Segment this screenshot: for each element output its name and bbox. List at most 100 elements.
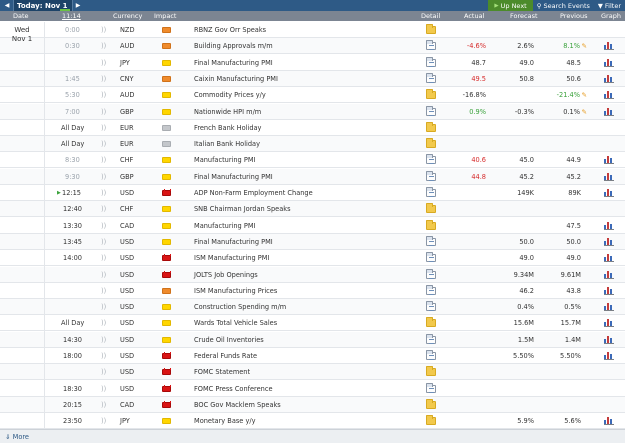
sound-alert-icon[interactable]: )) bbox=[101, 336, 106, 344]
graph-icon[interactable] bbox=[604, 90, 614, 100]
detail-document-icon[interactable] bbox=[426, 284, 436, 295]
event-title[interactable]: Federal Funds Rate bbox=[194, 352, 257, 360]
graph-icon[interactable] bbox=[604, 172, 614, 181]
sound-alert-icon[interactable]: )) bbox=[101, 238, 106, 246]
detail-folder-icon[interactable] bbox=[426, 219, 436, 230]
sound-alert-icon[interactable]: )) bbox=[101, 368, 106, 376]
detail-document-icon[interactable] bbox=[426, 252, 436, 263]
search-events-button[interactable]: ⚲ Search Events bbox=[533, 0, 594, 11]
graph-icon[interactable] bbox=[604, 58, 614, 67]
detail-folder-icon[interactable] bbox=[426, 366, 436, 377]
event-title[interactable]: FOMC Press Conference bbox=[194, 385, 273, 393]
sound-alert-icon[interactable]: )) bbox=[101, 254, 106, 262]
event-title[interactable]: Manufacturing PMI bbox=[194, 222, 255, 230]
graph-icon[interactable] bbox=[604, 188, 614, 197]
table-row[interactable]: 18:00)) USD Federal Funds Rate 5.50% 5.50% bbox=[0, 348, 625, 364]
graph-icon[interactable] bbox=[604, 286, 614, 295]
detail-document-icon[interactable] bbox=[426, 154, 436, 165]
event-title[interactable]: Manufacturing PMI bbox=[194, 156, 255, 164]
table-row[interactable]: 5:30)) AUD Commodity Prices y/y -16.8% -21.4… bbox=[0, 87, 625, 104]
graph-icon[interactable] bbox=[604, 221, 614, 230]
sound-alert-icon[interactable]: )) bbox=[101, 156, 106, 164]
graph-icon[interactable] bbox=[604, 107, 614, 116]
event-title[interactable]: Construction Spending m/m bbox=[194, 303, 286, 311]
detail-document-icon[interactable] bbox=[426, 350, 436, 360]
detail-document-icon[interactable] bbox=[426, 268, 436, 279]
sound-alert-icon[interactable]: )) bbox=[101, 287, 106, 295]
table-row[interactable]: )) USD JOLTS Job Openings 9.34M 9.61M bbox=[0, 266, 625, 283]
graph-icon[interactable] bbox=[604, 41, 614, 51]
detail-document-icon[interactable] bbox=[426, 333, 436, 344]
table-row[interactable]: 14:00)) USD ISM Manufacturing PMI 49.0 49.0 bbox=[0, 250, 625, 267]
table-row[interactable]: 13:30)) CAD Manufacturing PMI 47.5 bbox=[0, 218, 625, 234]
detail-document-icon[interactable] bbox=[426, 105, 436, 116]
table-row[interactable]: 8:30)) CHF Manufacturing PMI 40.6 45.0 44.9 bbox=[0, 152, 625, 169]
sound-alert-icon[interactable]: )) bbox=[101, 173, 106, 181]
detail-document-icon[interactable] bbox=[426, 40, 436, 51]
sound-alert-icon[interactable]: )) bbox=[101, 189, 106, 197]
sound-alert-icon[interactable]: )) bbox=[101, 303, 106, 311]
detail-folder-icon[interactable] bbox=[426, 415, 436, 426]
detail-folder-icon[interactable] bbox=[426, 398, 436, 409]
up-next-button[interactable]: ▶ Up Next bbox=[488, 0, 533, 11]
table-row[interactable]: 7:00)) GBP Nationwide HPI m/m 0.9% -0.3% 0.1%… bbox=[0, 103, 625, 120]
table-row[interactable]: 1:45)) CNY Caixin Manufacturing PMI 49.5 50.… bbox=[0, 70, 625, 87]
graph-icon[interactable] bbox=[604, 351, 614, 360]
sound-alert-icon[interactable]: )) bbox=[101, 91, 106, 99]
event-title[interactable]: Wards Total Vehicle Sales bbox=[194, 319, 277, 327]
sound-alert-icon[interactable]: )) bbox=[101, 42, 106, 50]
table-row[interactable]: 13:45)) USD Final Manufacturing PMI 50.0 50.… bbox=[0, 233, 625, 250]
table-row[interactable]: ▶ 12:15)) USD ADP Non-Farm Employment Chang… bbox=[0, 185, 625, 201]
graph-icon[interactable] bbox=[604, 318, 614, 328]
header-time[interactable]: 11:14 bbox=[62, 12, 81, 20]
table-row[interactable]: )) JPY Final Manufacturing PMI 48.7 49.0 48.5 bbox=[0, 55, 625, 71]
detail-document-icon[interactable] bbox=[426, 301, 436, 312]
table-row[interactable]: 0:30)) AUD Building Approvals m/m -4.6% 2.6%… bbox=[0, 38, 625, 55]
graph-icon[interactable] bbox=[604, 253, 614, 263]
detail-document-icon[interactable] bbox=[426, 382, 436, 393]
sound-alert-icon[interactable]: )) bbox=[101, 385, 106, 393]
more-link[interactable]: ⇓ More bbox=[5, 433, 29, 441]
graph-icon[interactable] bbox=[604, 155, 614, 165]
sound-alert-icon[interactable]: )) bbox=[101, 417, 106, 425]
event-title[interactable]: Final Manufacturing PMI bbox=[194, 238, 273, 246]
table-row[interactable]: 20:15)) CAD BOC Gov Macklem Speaks bbox=[0, 396, 625, 413]
sound-alert-icon[interactable]: )) bbox=[101, 222, 106, 230]
previous-day-button[interactable]: ◀ bbox=[2, 0, 12, 11]
next-day-button[interactable]: ▶ bbox=[73, 0, 83, 11]
filter-button[interactable]: ▼ Filter bbox=[594, 0, 625, 11]
event-title[interactable]: JOLTS Job Openings bbox=[194, 271, 258, 279]
detail-folder-icon[interactable] bbox=[426, 89, 436, 100]
detail-document-icon[interactable] bbox=[426, 170, 436, 181]
event-title[interactable]: ISM Manufacturing Prices bbox=[194, 287, 277, 295]
table-row[interactable]: All Day)) EUR Italian Bank Holiday bbox=[0, 136, 625, 153]
sound-alert-icon[interactable]: )) bbox=[101, 140, 106, 148]
table-row[interactable]: 14:30)) USD Crude Oil Inventories 1.5M 1.4M bbox=[0, 331, 625, 348]
event-title[interactable]: French Bank Holiday bbox=[194, 124, 261, 132]
event-title[interactable]: Commodity Prices y/y bbox=[194, 91, 266, 99]
table-row[interactable]: 0:00)) NZD RBNZ Gov Orr Speaks bbox=[0, 22, 625, 38]
table-row[interactable]: 18:30)) USD FOMC Press Conference bbox=[0, 381, 625, 397]
event-title[interactable]: SNB Chairman Jordan Speaks bbox=[194, 205, 291, 213]
detail-document-icon[interactable] bbox=[426, 56, 436, 67]
event-title[interactable]: ISM Manufacturing PMI bbox=[194, 254, 269, 262]
graph-icon[interactable] bbox=[604, 237, 614, 246]
graph-icon[interactable] bbox=[604, 74, 614, 83]
detail-document-icon[interactable] bbox=[426, 72, 436, 83]
sound-alert-icon[interactable]: )) bbox=[101, 205, 106, 213]
graph-icon[interactable] bbox=[604, 335, 614, 344]
detail-folder-icon[interactable] bbox=[426, 24, 436, 34]
detail-document-icon[interactable] bbox=[426, 235, 436, 246]
detail-folder-icon[interactable] bbox=[426, 203, 436, 214]
table-row[interactable]: )) USD Construction Spending m/m 0.4% 0.5% bbox=[0, 299, 625, 316]
graph-icon[interactable] bbox=[604, 302, 614, 312]
table-row[interactable]: 12:40)) CHF SNB Chairman Jordan Speaks bbox=[0, 201, 625, 218]
event-title[interactable]: Final Manufacturing PMI bbox=[194, 59, 273, 67]
table-row[interactable]: All Day)) USD Wards Total Vehicle Sales 15.… bbox=[0, 315, 625, 332]
event-title[interactable]: Nationwide HPI m/m bbox=[194, 108, 261, 116]
detail-folder-icon[interactable] bbox=[426, 138, 436, 149]
event-title[interactable]: Crude Oil Inventories bbox=[194, 336, 264, 344]
event-title[interactable]: Final Manufacturing PMI bbox=[194, 173, 273, 181]
detail-document-icon[interactable] bbox=[426, 187, 436, 197]
table-row[interactable]: 9:30)) GBP Final Manufacturing PMI 44.8 45.2… bbox=[0, 168, 625, 185]
